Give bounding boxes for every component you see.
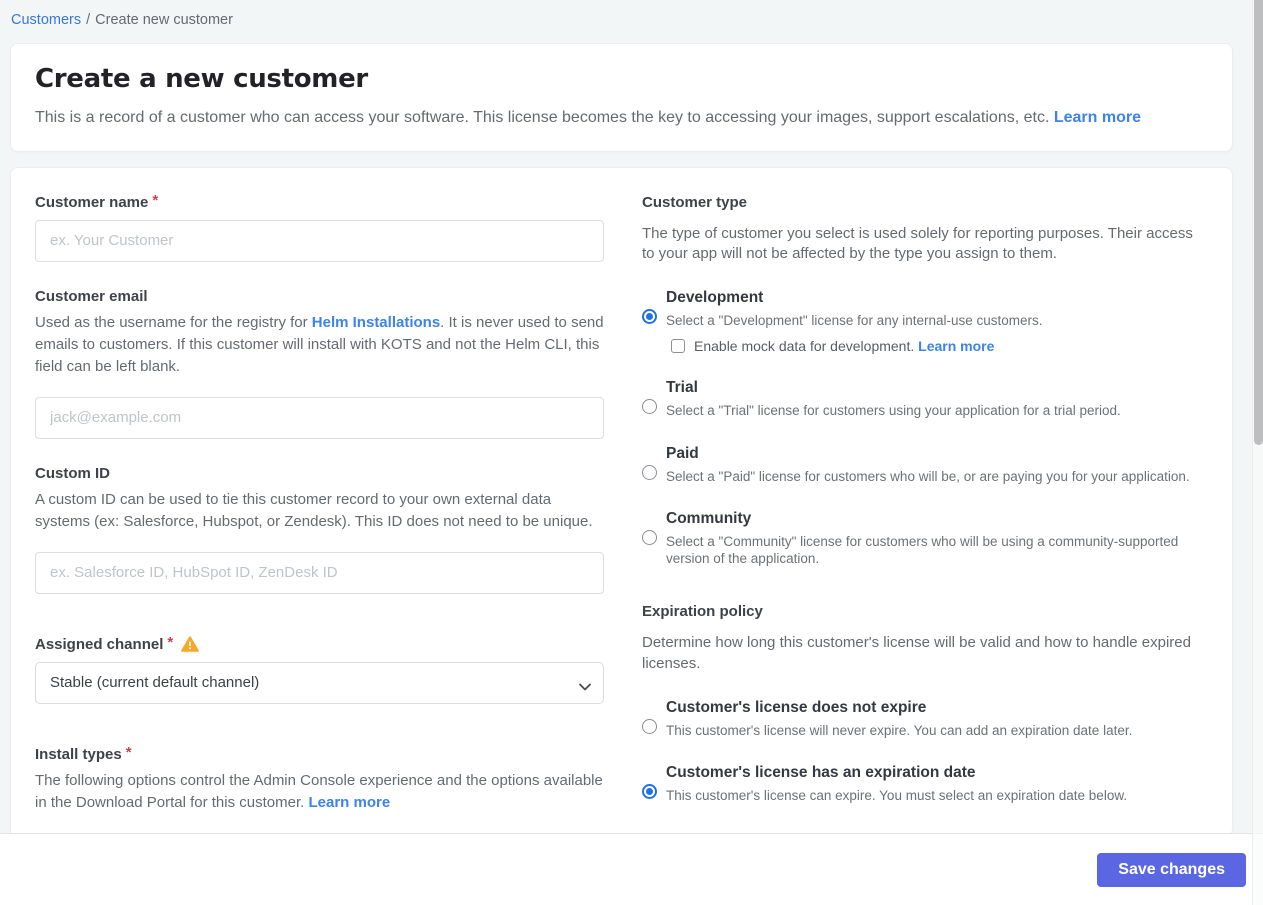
radio-community[interactable]: [642, 529, 657, 545]
page-description-text: This is a record of a customer who can a…: [35, 109, 1050, 126]
customer-name-label-text: Customer name: [35, 193, 149, 211]
expiration-policy-section: Expiration policy Determine how long thi…: [642, 603, 1208, 804]
required-asterisk: *: [152, 191, 159, 209]
create-customer-page: Customers / Create new customer Create a n…: [0, 0, 1263, 905]
custom-id-label: Custom ID: [35, 465, 604, 482]
customer-name-input[interactable]: [35, 219, 604, 262]
customer-type-option-community: Community Select a "Community" license f…: [642, 510, 1208, 568]
paid-option-label[interactable]: Paid: [666, 445, 1190, 463]
has-date-option-body: Customer's license has an expiration dat…: [666, 764, 1127, 804]
header-learn-more-link[interactable]: Learn more: [1054, 109, 1141, 126]
customer-email-label: Customer email: [35, 288, 604, 305]
mock-data-label-text: Enable mock data for development.: [694, 338, 915, 355]
assigned-channel-select[interactable]: Stable (current default channel): [35, 661, 604, 704]
radio-license-has-expiration[interactable]: [642, 783, 657, 799]
trial-option-body: Trial Select a "Trial" license for custo…: [666, 379, 1121, 419]
has-date-option-label[interactable]: Customer's license has an expiration dat…: [666, 764, 1127, 782]
customer-type-description: The type of customer you select is used …: [642, 224, 1193, 263]
breadcrumb: Customers / Create new customer: [0, 0, 1263, 28]
form-left-column: Customer name * Customer email Used as t…: [35, 191, 604, 811]
community-option-label[interactable]: Community: [666, 510, 1208, 528]
form-footer: Save changes: [0, 833, 1263, 905]
development-option-body: Development Select a "Development" licen…: [666, 289, 1043, 354]
no-expire-option-label[interactable]: Customer's license does not expire: [666, 699, 1132, 717]
custom-id-group: Custom ID A custom ID can be used to tie…: [35, 465, 604, 594]
save-changes-button[interactable]: Save changes: [1097, 852, 1246, 887]
required-asterisk: *: [125, 743, 132, 761]
install-types-group: Install types * The following options co…: [35, 743, 604, 814]
mock-data-learn-more-link[interactable]: Learn more: [918, 338, 994, 354]
scrollbar-thumb[interactable]: [1254, 0, 1263, 445]
customer-email-input[interactable]: [35, 396, 604, 439]
expiration-policy-description: Determine how long this customer's licen…: [642, 634, 1191, 672]
expiration-option-has-date: Customer's license has an expiration dat…: [642, 764, 1208, 804]
customer-type-option-development: Development Select a "Development" licen…: [642, 289, 1208, 354]
page-description: This is a record of a customer who can a…: [35, 107, 1208, 129]
helm-installations-link[interactable]: Helm Installations: [312, 314, 440, 331]
install-types-description: The following options control the Admin …: [35, 770, 604, 814]
customer-email-group: Customer email Used as the username for …: [35, 288, 604, 439]
trial-option-description: Select a "Trial" license for customers u…: [666, 403, 1121, 419]
assigned-channel-label: Assigned channel *: [35, 633, 604, 653]
form-right-column: Customer type The type of customer you s…: [642, 194, 1208, 810]
customer-email-label-text: Customer email: [35, 287, 148, 305]
radio-paid[interactable]: [642, 464, 657, 480]
mock-data-checkbox-row: Enable mock data for development. Learn …: [671, 338, 1043, 354]
customer-type-heading: Customer type: [642, 193, 748, 211]
radio-trial[interactable]: [642, 399, 657, 415]
assigned-channel-select-wrap: Stable (current default channel): [35, 661, 604, 704]
install-types-label: Install types *: [35, 743, 604, 763]
required-asterisk: *: [167, 633, 174, 651]
customer-type-option-trial: Trial Select a "Trial" license for custo…: [642, 379, 1208, 419]
mock-data-checkbox-label: Enable mock data for development. Learn …: [694, 338, 994, 354]
customer-form-card: Customer name * Customer email Used as t…: [10, 166, 1233, 837]
breadcrumb-current: Create new customer: [95, 12, 233, 28]
assigned-channel-group: Assigned channel * Stable (current defau…: [35, 633, 604, 704]
warning-icon: [181, 636, 200, 653]
customer-type-option-paid: Paid Select a "Paid" license for custome…: [642, 445, 1208, 485]
expiration-option-no-expire: Customer's license does not expire This …: [642, 699, 1208, 739]
trial-option-label[interactable]: Trial: [666, 379, 1121, 397]
email-desc-before: Used as the username for the registry fo…: [35, 313, 312, 331]
page-scrollbar[interactable]: [1252, 0, 1263, 905]
custom-id-description: A custom ID can be used to tie this cust…: [35, 490, 593, 530]
paid-option-description: Select a "Paid" license for customers wh…: [666, 468, 1190, 484]
assigned-channel-label-text: Assigned channel: [35, 635, 164, 653]
custom-id-label-text: Custom ID: [35, 464, 110, 482]
has-date-option-description: This customer's license can expire. You …: [666, 787, 1128, 803]
no-expire-option-description: This customer's license will never expir…: [666, 722, 1133, 738]
breadcrumb-separator: /: [86, 12, 91, 28]
radio-development[interactable]: [642, 308, 657, 324]
radio-license-no-expire[interactable]: [642, 718, 657, 734]
page-header-card: Create a new customer This is a record o…: [10, 43, 1233, 152]
breadcrumb-customers-link[interactable]: Customers: [11, 12, 81, 28]
expiration-policy-heading: Expiration policy: [642, 603, 763, 621]
development-option-description: Select a "Development" license for any i…: [666, 312, 1043, 328]
customer-name-label: Customer name *: [35, 191, 604, 211]
paid-option-body: Paid Select a "Paid" license for custome…: [666, 445, 1190, 485]
customer-email-description: Used as the username for the registry fo…: [35, 312, 604, 378]
community-option-description: Select a "Community" license for custome…: [666, 533, 1179, 567]
mock-data-checkbox[interactable]: [671, 339, 685, 354]
community-option-body: Community Select a "Community" license f…: [666, 510, 1208, 568]
custom-id-input[interactable]: [35, 551, 604, 594]
install-types-learn-more-link[interactable]: Learn more: [308, 794, 390, 811]
install-types-label-text: Install types: [35, 745, 122, 763]
page-title: Create a new customer: [35, 64, 368, 94]
development-option-label[interactable]: Development: [666, 289, 1043, 307]
no-expire-option-body: Customer's license does not expire This …: [666, 699, 1132, 739]
customer-name-group: Customer name *: [35, 191, 604, 262]
